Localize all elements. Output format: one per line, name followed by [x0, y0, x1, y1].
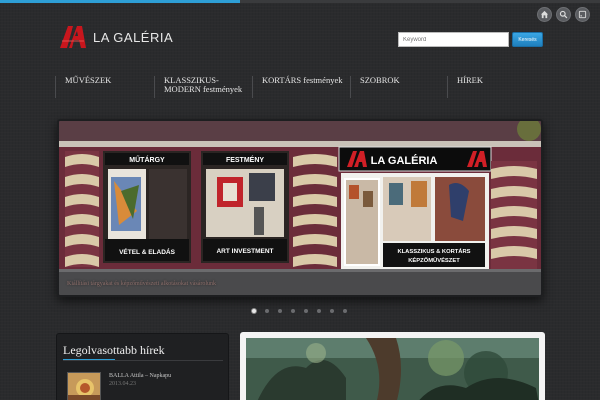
top-strip	[0, 0, 600, 3]
facade-stripes-left	[65, 151, 99, 267]
hero-slider[interactable]: MŰTÁRGY VÉTEL & ELADÁS FESTMÉNY ART INVE…	[57, 119, 543, 297]
search-icon[interactable]	[556, 7, 571, 22]
slider-dot[interactable]	[291, 309, 295, 313]
slider-caption: Kiállítási tárgyakat és képzőművészeti a…	[67, 281, 217, 287]
site-logo[interactable]: LA GALÉRIA	[58, 24, 173, 50]
sign-kepzomuveszet: KÉPZŐMŰVÉSZET	[408, 256, 460, 264]
nav-item-szobrok[interactable]: SZOBROK	[350, 76, 400, 98]
news-item-date: 2013.04.23	[109, 381, 136, 387]
slider-dot[interactable]	[252, 309, 256, 313]
gallery-storefront-photo: MŰTÁRGY VÉTEL & ELADÁS FESTMÉNY ART INVE…	[59, 121, 541, 295]
search-button[interactable]: Keresés	[512, 32, 543, 47]
news-thumbnail[interactable]	[67, 372, 101, 400]
featured-image-panel	[240, 332, 545, 400]
sign-art-investment: ART INVESTMENT	[216, 248, 273, 255]
logo-text: LA GALÉRIA	[93, 29, 174, 45]
panel-title-underline	[63, 359, 115, 360]
news-item-title[interactable]: BALLA Attila – Napkapu	[109, 373, 171, 379]
nav-item-klasszikus-modern[interactable]: KLASSZIKUS- MODERN festmények	[154, 76, 242, 98]
slider-dot[interactable]	[330, 309, 334, 313]
logo-mark	[60, 26, 86, 48]
panel-title: Legolvasottabb hírek	[63, 343, 165, 357]
panel-divider	[63, 360, 223, 361]
slider-pagination	[252, 309, 347, 313]
slider-dot[interactable]	[278, 309, 282, 313]
search-input[interactable]	[398, 32, 509, 47]
featured-painting-image[interactable]	[246, 338, 539, 400]
sign-festmeny: FESTMÉNY	[226, 155, 264, 164]
home-icon[interactable]	[537, 7, 552, 22]
rss-icon[interactable]	[575, 7, 590, 22]
news-item[interactable]: BALLA Attila – Napkapu 2013.04.23	[67, 372, 171, 400]
most-read-news-panel: Legolvasottabb hírek BALLA Attila – Napk…	[56, 333, 229, 400]
main-nav: MŰVÉSZEK KLASSZIKUS- MODERN festmények K…	[55, 76, 545, 98]
sign-klasszikus-kortars: KLASSZIKUS & KORTÁRS	[397, 248, 470, 255]
slider-dot[interactable]	[265, 309, 269, 313]
sign-mutargy: MŰTÁRGY	[129, 155, 165, 164]
sign-la-galeria: LA GALÉRIA	[371, 154, 438, 167]
nav-item-kortars[interactable]: KORTÁRS festmények	[252, 76, 342, 98]
facade-stripes-right	[491, 161, 537, 269]
top-strip-accent	[0, 0, 240, 3]
search-form: Keresés	[398, 32, 543, 47]
nav-item-hirek[interactable]: HÍREK	[447, 76, 483, 98]
slider-dot[interactable]	[317, 309, 321, 313]
slider-dot[interactable]	[304, 309, 308, 313]
slider-dot[interactable]	[343, 309, 347, 313]
nav-item-muveszek[interactable]: MŰVÉSZEK	[55, 76, 111, 98]
top-icon-bar	[537, 7, 590, 22]
sign-vetel-eladas: VÉTEL & ELADÁS	[119, 247, 176, 256]
